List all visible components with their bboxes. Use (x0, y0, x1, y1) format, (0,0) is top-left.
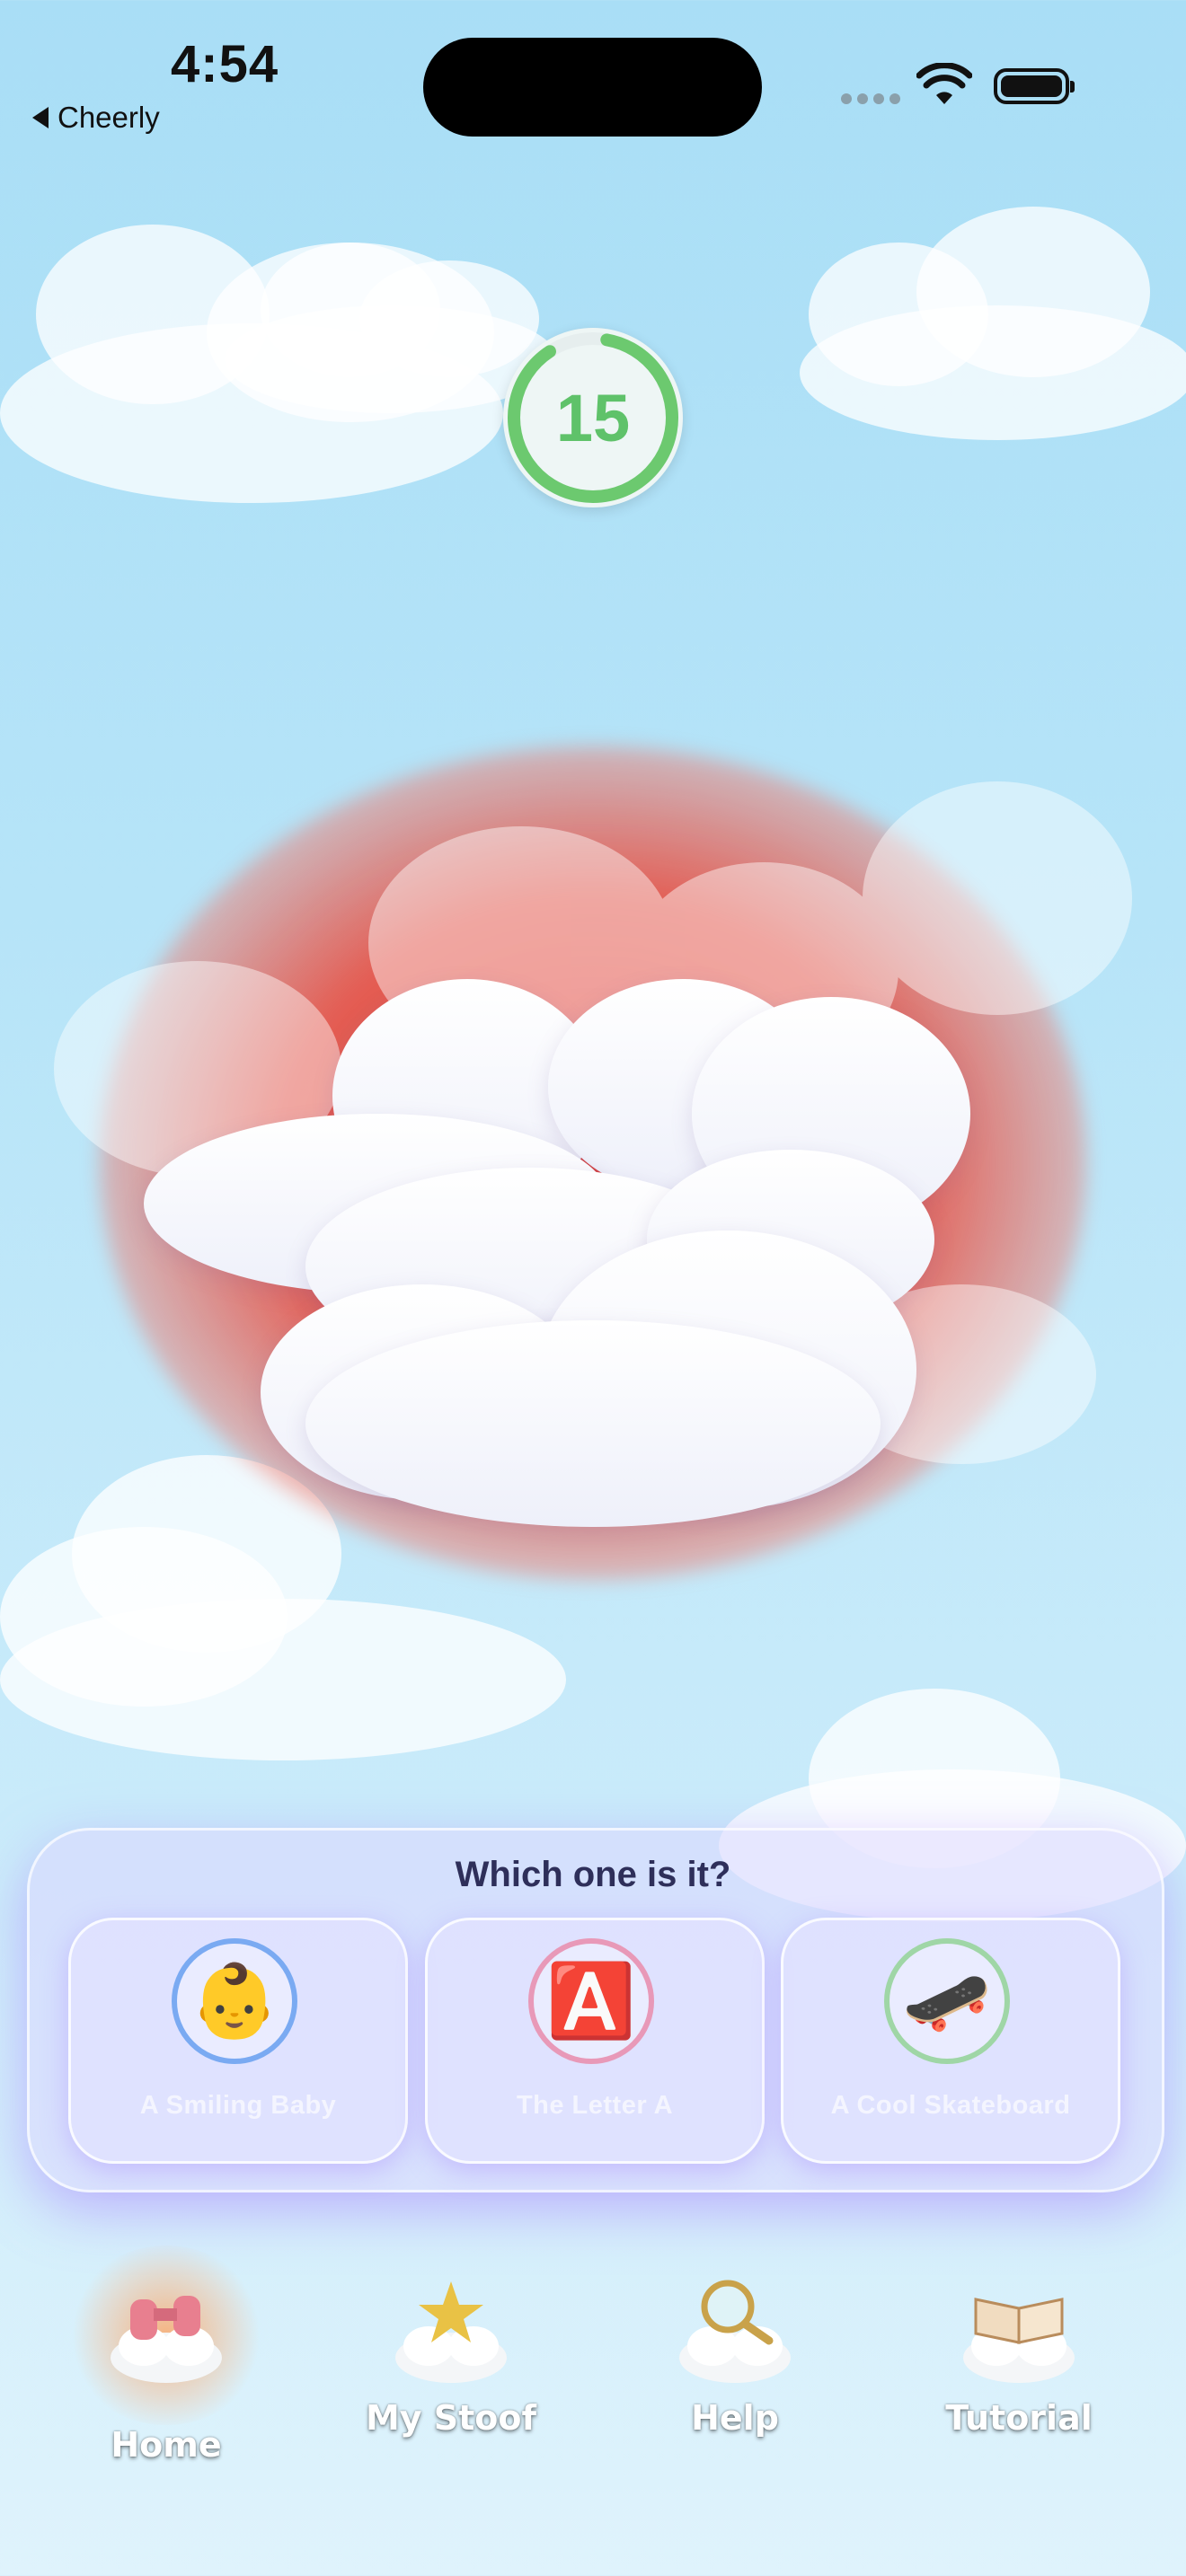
book-cloud-icon (963, 2298, 1075, 2383)
answer-label: The Letter A (516, 2091, 674, 2120)
back-arrow-icon (32, 107, 49, 128)
answer-card-baby[interactable]: 👶 A Smiling Baby (68, 1918, 408, 2164)
cellular-signal-icon (841, 93, 900, 104)
answer-card-skateboard[interactable]: 🛹 A Cool Skateboard (781, 1918, 1120, 2164)
back-to-app-button[interactable]: Cheerly (32, 101, 160, 135)
mystery-cloud[interactable] (144, 961, 1042, 1536)
skateboard-icon: 🛹 (884, 1938, 1010, 2064)
wifi-icon (916, 63, 972, 104)
magnifier-cloud-icon (679, 2280, 791, 2383)
timer-value: 15 (555, 380, 631, 455)
tab-label: Help (691, 2398, 779, 2438)
tab-label: My Stoof (365, 2398, 537, 2438)
answer-label: A Cool Skateboard (830, 2091, 1071, 2120)
answer-label: A Smiling Baby (139, 2091, 337, 2120)
back-app-label: Cheerly (58, 101, 160, 134)
dynamic-island (423, 38, 762, 137)
binoculars-cloud-icon (111, 2296, 222, 2383)
tab-help[interactable]: Help (645, 2263, 825, 2470)
tab-my-stoof[interactable]: My Stoof (361, 2263, 541, 2470)
tab-label: Home (111, 2425, 222, 2465)
background-cloud (791, 207, 1186, 440)
tab-tutorial[interactable]: Tutorial (929, 2263, 1109, 2470)
baby-icon: 👶 (172, 1938, 297, 2064)
battery-icon (994, 68, 1075, 104)
countdown-timer: 15 (503, 328, 683, 507)
answer-card-letter-a[interactable]: 🅰️ The Letter A (425, 1918, 765, 2164)
status-time: 4:54 (171, 35, 279, 93)
tab-label: Tutorial (945, 2398, 1093, 2438)
star-cloud-icon (395, 2281, 507, 2383)
letter-a-icon: 🅰️ (528, 1938, 654, 2064)
tab-home[interactable]: Home (76, 2263, 256, 2470)
question-text: Which one is it? (455, 1855, 731, 1894)
